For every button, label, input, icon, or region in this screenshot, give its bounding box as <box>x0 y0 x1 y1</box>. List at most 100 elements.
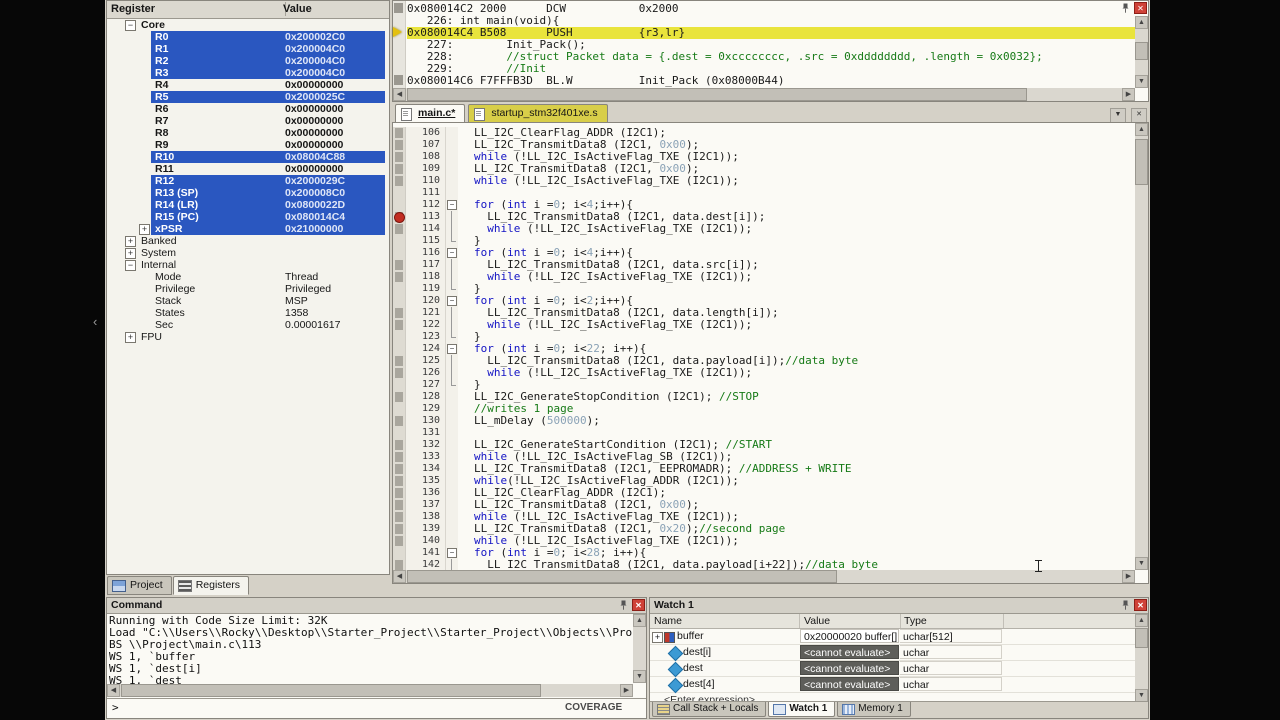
fold-marker[interactable]: − <box>446 199 458 211</box>
scrollbar-thumb[interactable] <box>407 88 1027 101</box>
breakpoint-margin[interactable] <box>393 223 406 235</box>
watch-type-cell[interactable]: uchar[512] <box>900 629 1002 643</box>
watch-value-cell[interactable]: 0x20000020 buffer[] "" <box>800 629 899 643</box>
register-row[interactable]: R15 (PC)0x080014C4 <box>107 211 389 223</box>
scrollbar-thumb[interactable] <box>1135 628 1148 648</box>
tab-project[interactable]: Project <box>107 576 172 595</box>
code-line[interactable]: 110while (!LL_I2C_IsActiveFlag_TXE (I2C1… <box>393 175 1135 187</box>
code-line[interactable]: 126 while (!LL_I2C_IsActiveFlag_TXE (I2C… <box>393 367 1135 379</box>
scroll-left-icon[interactable]: ◀ <box>393 570 406 583</box>
register-row[interactable]: ModeThread <box>107 271 389 283</box>
editor-vertical-scrollbar[interactable]: ▲ ▼ <box>1135 123 1148 570</box>
pin-icon[interactable] <box>1119 599 1132 611</box>
breakpoint-margin[interactable] <box>393 283 406 295</box>
register-row[interactable]: R70x00000000 <box>107 115 389 127</box>
watch-row[interactable]: dest[4]<cannot evaluate>uchar <box>650 677 1135 693</box>
command-input-row[interactable]: > COVERAGE <box>107 698 646 718</box>
breakpoint-icon[interactable] <box>394 212 405 223</box>
breakpoint-margin[interactable] <box>393 415 406 427</box>
register-row[interactable]: Sec0.00001617 <box>107 319 389 331</box>
breakpoint-margin[interactable] <box>393 331 406 343</box>
register-row[interactable]: R14 (LR)0x0800022D <box>107 199 389 211</box>
expand-icon[interactable]: + <box>139 224 150 235</box>
code-line[interactable]: 122 while (!LL_I2C_IsActiveFlag_TXE (I2C… <box>393 319 1135 331</box>
watch-type-cell[interactable]: uchar <box>900 677 1002 691</box>
command-help-text[interactable]: COVERAGE <box>565 699 622 717</box>
expand-icon[interactable]: + <box>125 236 136 247</box>
command-horizontal-scrollbar[interactable]: ◀ ▶ <box>107 684 633 697</box>
close-icon[interactable]: ✕ <box>632 599 645 611</box>
close-document-icon[interactable]: ✕ <box>1131 108 1147 123</box>
watch-name-cell[interactable]: dest[4] <box>650 677 799 692</box>
collapse-icon[interactable]: − <box>447 248 457 258</box>
tab-registers[interactable]: Registers <box>173 576 249 595</box>
type-column-header[interactable]: Type <box>900 614 1004 628</box>
command-output[interactable]: Running with Code Size Limit: 32KLoad "C… <box>109 615 632 684</box>
breakpoint-margin[interactable] <box>393 271 406 283</box>
watch-value-cell[interactable]: <cannot evaluate> <box>800 645 899 659</box>
watch-row[interactable]: +buffer0x20000020 buffer[] ""uchar[512] <box>650 629 1135 645</box>
fold-marker[interactable]: − <box>446 295 458 307</box>
tab-list-dropdown-icon[interactable]: ▼ <box>1110 108 1126 123</box>
breakpoint-margin[interactable] <box>393 259 406 271</box>
breakpoint-margin[interactable] <box>393 403 406 415</box>
register-row[interactable]: +System <box>107 247 389 259</box>
breakpoint-margin[interactable] <box>393 367 406 379</box>
pin-icon[interactable] <box>1119 2 1132 14</box>
watch-title-bar[interactable]: Watch 1 ✕ <box>650 598 1148 614</box>
register-row[interactable]: R00x200002C0 <box>107 31 389 43</box>
code-area[interactable]: 106LL_I2C_ClearFlag_ADDR (I2C1);107LL_I2… <box>393 123 1135 570</box>
register-row[interactable]: R50x2000025C <box>107 91 389 103</box>
editor-horizontal-scrollbar[interactable]: ◀ ▶ <box>393 570 1135 583</box>
register-row[interactable]: R13 (SP)0x200008C0 <box>107 187 389 199</box>
value-column-header[interactable]: Value <box>279 2 389 16</box>
tab-call-stack-locals[interactable]: Call Stack + Locals <box>652 702 766 717</box>
register-row[interactable]: R40x00000000 <box>107 79 389 91</box>
breakpoint-margin[interactable] <box>393 427 406 439</box>
expand-icon[interactable]: + <box>125 332 136 343</box>
name-column-header[interactable]: Name <box>650 614 800 628</box>
collapse-icon[interactable]: − <box>447 548 457 558</box>
watch-type-cell[interactable]: uchar <box>900 661 1002 675</box>
tab-memory-1[interactable]: Memory 1 <box>837 702 910 717</box>
breakpoint-margin[interactable] <box>393 199 406 211</box>
watch-value-cell[interactable]: <cannot evaluate> <box>800 677 899 691</box>
breakpoint-margin[interactable] <box>393 319 406 331</box>
register-row[interactable]: R10x200004C0 <box>107 43 389 55</box>
watch-vertical-scrollbar[interactable]: ▲ ▼ <box>1135 614 1148 702</box>
breakpoint-margin[interactable] <box>393 151 406 163</box>
scroll-right-icon[interactable]: ▶ <box>1122 88 1135 101</box>
disassembly-vertical-scrollbar[interactable]: ▲ ▼ <box>1135 16 1148 88</box>
scroll-up-icon[interactable]: ▲ <box>1135 614 1148 627</box>
scroll-up-icon[interactable]: ▲ <box>1135 123 1148 136</box>
breakpoint-margin[interactable] <box>393 523 406 535</box>
breakpoint-margin[interactable] <box>393 355 406 367</box>
register-row[interactable]: R90x00000000 <box>107 139 389 151</box>
code-line[interactable]: 118 while (!LL_I2C_IsActiveFlag_TXE (I2C… <box>393 271 1135 283</box>
breakpoint-margin[interactable] <box>393 559 406 570</box>
breakpoint-margin[interactable] <box>393 163 406 175</box>
scroll-left-icon[interactable]: ◀ <box>107 684 120 697</box>
collapse-icon[interactable]: − <box>125 260 136 271</box>
breakpoint-margin[interactable] <box>393 139 406 151</box>
watch-name-cell[interactable]: dest[i] <box>650 645 799 660</box>
breakpoint-margin[interactable] <box>393 439 406 451</box>
breakpoint-margin[interactable] <box>393 187 406 199</box>
expand-icon[interactable]: + <box>125 248 136 259</box>
breakpoint-margin[interactable] <box>393 211 406 223</box>
collapse-icon[interactable]: − <box>125 20 136 31</box>
scroll-down-icon[interactable]: ▼ <box>1135 75 1148 88</box>
breakpoint-margin[interactable] <box>393 547 406 559</box>
collapse-icon[interactable]: − <box>447 344 457 354</box>
scrollbar-thumb[interactable] <box>121 684 541 697</box>
watch-name-cell[interactable]: dest <box>650 661 799 676</box>
fold-marker[interactable]: − <box>446 547 458 559</box>
breakpoint-margin[interactable] <box>393 247 406 259</box>
breakpoint-margin[interactable] <box>393 235 406 247</box>
register-row[interactable]: R30x200004C0 <box>107 67 389 79</box>
register-row[interactable]: +Banked <box>107 235 389 247</box>
breakpoint-margin[interactable] <box>393 391 406 403</box>
expand-icon[interactable]: + <box>652 632 663 643</box>
scroll-down-icon[interactable]: ▼ <box>1135 557 1148 570</box>
register-row[interactable]: States1358 <box>107 307 389 319</box>
